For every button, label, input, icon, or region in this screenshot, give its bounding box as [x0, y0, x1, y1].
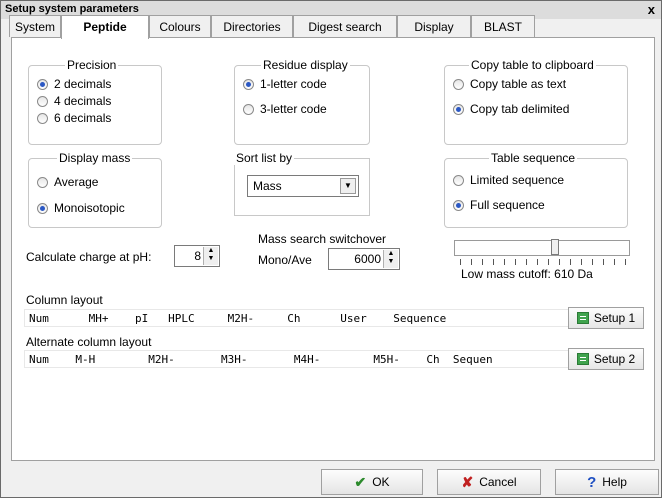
alt-column-layout-text: Num M-H M2H- M3H- M4H- M5H- Ch Sequen [29, 353, 493, 366]
tab-peptide[interactable]: Peptide [61, 15, 149, 39]
precision-label: Precision [65, 58, 119, 72]
radio-selected-icon [243, 78, 254, 90]
table-sequence-group: Table sequence Limited sequence Full seq… [444, 151, 628, 228]
precision-group: Precision 2 decimals 4 decimals 6 decima… [28, 58, 162, 145]
tab-digest-search[interactable]: Digest search [293, 15, 397, 37]
tab-colours[interactable]: Colours [149, 15, 211, 37]
radio-limited-sequence[interactable]: Limited sequence [453, 173, 564, 187]
radio-3-letter-code[interactable]: 3-letter code [243, 102, 327, 116]
mass-switchover-value: 6000 [354, 252, 381, 266]
setup-dialog: Setup system parameters x System Peptide… [0, 0, 662, 498]
charge-ph-value: 8 [194, 249, 201, 263]
column-layout-text: Num MH+ pI HPLC M2H- Ch User Sequence [29, 312, 447, 325]
radio-full-sequence[interactable]: Full sequence [453, 198, 545, 212]
close-icon[interactable]: x [648, 2, 655, 17]
radio-copy-as-text[interactable]: Copy table as text [453, 77, 566, 91]
setup-2-button[interactable]: Setup 2 [568, 348, 644, 370]
cancel-button[interactable]: ✘ Cancel [437, 469, 541, 495]
tab-system[interactable]: System [9, 15, 61, 37]
ok-button[interactable]: ✔ OK [321, 469, 423, 495]
radio-icon [37, 176, 48, 188]
chevron-down-icon[interactable]: ▼ [340, 178, 356, 194]
sort-list-label: Sort list by [234, 151, 295, 165]
setup-1-button[interactable]: Setup 1 [568, 307, 644, 329]
table-icon [576, 312, 589, 324]
alt-column-layout-field[interactable]: Num M-H M2H- M3H- M4H- M5H- Ch Sequen [24, 350, 574, 368]
mass-switchover-spinner[interactable]: 6000 ▲ ▼ [328, 248, 400, 270]
radio-selected-icon [453, 199, 464, 211]
charge-ph-spinner[interactable]: 8 ▲ ▼ [174, 245, 220, 267]
window-title: Setup system parameters [5, 3, 139, 15]
cross-icon: ✘ [461, 473, 474, 490]
radio-selected-icon [453, 103, 464, 115]
radio-icon [453, 78, 464, 90]
column-layout-label: Column layout [26, 293, 103, 307]
sort-list-group: Sort list by Mass ▼ [234, 151, 370, 216]
radio-icon [453, 174, 464, 186]
radio-selected-icon [37, 78, 48, 90]
display-mass-group: Display mass Average Monoisotopic [28, 151, 162, 228]
tab-display[interactable]: Display [397, 15, 471, 37]
radio-icon [243, 103, 254, 115]
spinner-arrows-icon[interactable]: ▲ ▼ [383, 250, 398, 268]
checkmark-icon: ✔ [354, 473, 367, 490]
radio-6-decimals[interactable]: 6 decimals [37, 111, 111, 125]
radio-2-decimals[interactable]: 2 decimals [37, 77, 111, 91]
sort-list-value: Mass [253, 179, 282, 193]
copy-table-label: Copy table to clipboard [469, 58, 596, 72]
spinner-arrows-icon[interactable]: ▲ ▼ [203, 247, 218, 265]
radio-average[interactable]: Average [37, 175, 98, 189]
display-mass-label: Display mass [57, 151, 133, 165]
mono-ave-label: Mono/Ave [258, 253, 312, 267]
slider-thumb[interactable] [551, 239, 559, 255]
radio-icon [37, 95, 48, 107]
sort-list-select[interactable]: Mass ▼ [247, 175, 359, 197]
help-button[interactable]: ? Help [555, 469, 659, 495]
mass-switchover-label: Mass search switchover [258, 232, 387, 246]
charge-label: Calculate charge at pH: [26, 250, 152, 264]
copy-table-group: Copy table to clipboard Copy table as te… [444, 58, 628, 145]
radio-1-letter-code[interactable]: 1-letter code [243, 77, 327, 91]
tab-directories[interactable]: Directories [211, 15, 293, 37]
tab-blast[interactable]: BLAST [471, 15, 535, 37]
radio-copy-tab-delimited[interactable]: Copy tab delimited [453, 102, 569, 116]
low-mass-cutoff-label: Low mass cutoff: 610 Da [461, 267, 593, 281]
radio-selected-icon [37, 202, 48, 214]
residue-display-group: Residue display 1-letter code 3-letter c… [234, 58, 370, 145]
low-mass-slider[interactable] [454, 239, 630, 256]
table-sequence-label: Table sequence [489, 151, 578, 165]
column-layout-field[interactable]: Num MH+ pI HPLC M2H- Ch User Sequence [24, 309, 574, 327]
alt-column-layout-label: Alternate column layout [26, 335, 152, 349]
table-icon [576, 353, 589, 365]
radio-icon [37, 112, 48, 124]
question-icon: ? [587, 473, 597, 491]
residue-display-label: Residue display [261, 58, 350, 72]
radio-monoisotopic[interactable]: Monoisotopic [37, 201, 125, 215]
peptide-panel: Precision 2 decimals 4 decimals 6 decima… [11, 37, 655, 461]
slider-ticks [460, 259, 626, 265]
radio-4-decimals[interactable]: 4 decimals [37, 94, 111, 108]
